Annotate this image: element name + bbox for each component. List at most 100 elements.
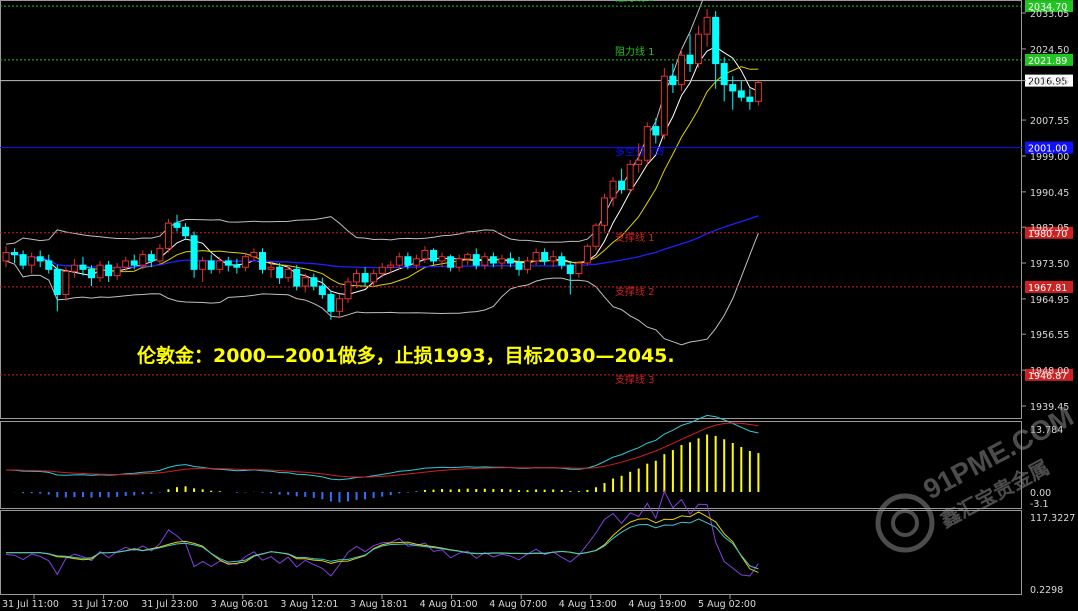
candle-body [549,256,557,262]
time-tick-label: 4 Aug 19:00 [628,599,686,610]
candle-body [164,222,172,249]
candle-body [746,96,754,102]
candle-body [301,277,309,287]
candle-body [720,63,728,86]
candle-body [498,258,506,264]
candle-body [404,256,412,266]
candle-body [147,254,155,262]
candle-body [96,264,104,279]
candle-body [455,258,463,268]
price-tick-label: 2007.55 [1030,116,1069,127]
price-tick-label: 1973.50 [1030,259,1069,270]
candle-body [609,180,617,199]
time-tick-label: 3 Aug 12:01 [280,599,338,610]
candle-body [447,256,455,268]
candle-body [88,268,95,279]
candle-body [276,266,284,279]
candle-body [677,54,685,86]
price-tick-label: 1948.00 [1030,366,1069,377]
candle-body [36,256,44,262]
osc-tick-label: 117.3227 [1030,513,1075,524]
candle-body [686,54,694,65]
candle-body [173,222,181,228]
candle-body [583,245,591,264]
candle-body [754,81,762,102]
trade-note: 伦敦金：2000—2001做多，止损1993，目标2030—2045. [137,344,675,367]
candle-body [113,266,121,277]
candle-body [524,260,532,270]
candle-body [643,126,651,161]
candle-body [19,254,27,266]
candle-body [729,84,737,92]
candle-body [592,224,600,247]
candle-body [182,226,190,237]
candle-body [481,256,489,266]
candle-body [378,266,386,275]
candle-body [344,281,352,300]
candle-body [70,264,78,272]
candle-body [464,254,472,260]
candle-body [233,264,241,268]
macd-tick-label: -3.1 [1030,499,1049,510]
time-tick-label: 31 Jul 23:00 [141,599,198,610]
price-tick-label: 1999.00 [1030,152,1069,163]
candle-body [532,252,540,262]
candle-body [601,197,608,226]
candle-body [737,90,745,98]
price-tick-label: 1964.95 [1030,295,1069,306]
level-price-label: 1967.81 [1028,283,1067,294]
candle-body [421,249,429,260]
candle-body [241,256,249,268]
osc-tick-label: 0.2298 [1030,585,1063,596]
candle-body [190,235,198,270]
candle-body [472,254,480,266]
candle-body [250,252,258,258]
candle-body [28,256,36,266]
candle-body [207,260,215,270]
candle-body [412,258,420,266]
candle-body [224,260,232,266]
candle-body [652,126,660,136]
candle-body [558,256,566,266]
chart-canvas: 阻力线 22034.70阻力线 12021.892016.95多空分水岭2001… [0,0,1078,611]
candle-body [430,249,437,262]
level-name: 支撑线 1 [615,231,655,244]
candle-body [122,260,130,268]
candle-body [62,270,70,296]
candle-body [669,75,677,86]
candle-body [370,273,378,283]
candle-body [293,268,301,287]
candle-body [703,16,711,35]
candle-body [11,252,19,256]
candle-body [387,264,395,268]
time-tick-label: 5 Aug 02:00 [698,599,756,610]
candle-body [438,256,446,262]
price-tick-label: 1982.05 [1030,223,1069,234]
time-tick-label: 3 Aug 18:01 [350,599,408,610]
time-tick-label: 4 Aug 01:00 [420,599,478,610]
candle-body [712,16,720,65]
candle-body [139,254,147,266]
candle-body [335,298,343,312]
candle-body [635,159,643,165]
time-tick-label: 4 Aug 07:00 [489,599,547,610]
candle-body [626,163,634,191]
candle-body [327,294,335,312]
price-tick-label: 2016.95 [1030,77,1069,88]
time-tick-label: 31 Jul 11:00 [2,599,59,610]
candle-body [259,252,266,270]
candle-body [506,258,514,264]
level-name: 阻力线 2 [615,0,655,4]
candle-body [541,252,549,262]
candle-body [2,252,10,262]
candle-body [353,273,361,283]
candle-body [310,277,318,287]
candle-body [575,262,583,275]
price-tick-label: 2024.50 [1030,45,1069,56]
time-tick-label: 4 Aug 13:00 [559,599,617,610]
candle-body [395,256,403,266]
candle-body [695,33,703,65]
price-tick-label: 1956.55 [1030,330,1069,341]
candle-body [130,260,138,266]
candle-body [318,285,326,296]
